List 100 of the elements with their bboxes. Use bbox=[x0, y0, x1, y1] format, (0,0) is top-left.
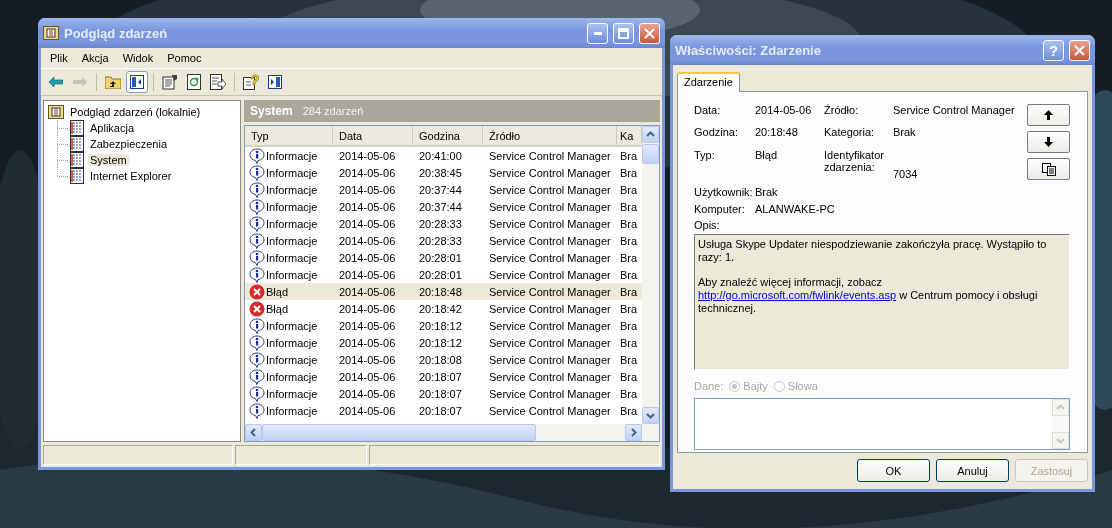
scroll-left-button[interactable] bbox=[245, 424, 262, 441]
log-book-icon bbox=[70, 120, 84, 136]
column-header[interactable]: Godzina bbox=[413, 126, 483, 145]
table-row[interactable]: Informacje 2014-05-06 20:28:33 Service Control Manager Bra bbox=[245, 215, 642, 232]
table-cell-text: Service Control Manager bbox=[488, 166, 612, 179]
vertical-scrollbar[interactable] bbox=[642, 126, 659, 424]
table-cell-text: Service Control Manager bbox=[488, 302, 612, 315]
tree-item[interactable]: Zabezpieczenia bbox=[88, 138, 170, 150]
menu-item[interactable]: Widok bbox=[115, 52, 161, 64]
table-cell-text: Service Control Manager bbox=[488, 353, 612, 366]
table-row[interactable]: Błąd 2014-05-06 20:18:42 Service Control Manager Bra bbox=[245, 300, 642, 317]
column-header[interactable]: Data bbox=[333, 126, 413, 145]
table-row[interactable]: Informacje 2014-05-06 20:18:12 Service Control Manager Bra bbox=[245, 334, 642, 351]
table-row[interactable]: Informacje 2014-05-06 20:18:07 Service Control Manager Bra bbox=[245, 385, 642, 402]
table-cell: Informacje bbox=[266, 387, 318, 400]
field-value: Service Control Manager bbox=[893, 104, 1016, 118]
field-value: ALANWAKE-PC bbox=[755, 203, 836, 215]
tree-item[interactable]: Internet Explorer bbox=[88, 170, 174, 182]
column-header[interactable]: Źródło bbox=[483, 126, 617, 145]
scroll-down-button[interactable] bbox=[642, 407, 659, 424]
table-cell-text: Service Control Manager bbox=[488, 217, 612, 230]
minimize-button[interactable] bbox=[587, 22, 608, 44]
table-cell-text: Bra bbox=[619, 353, 639, 366]
scroll-up-button[interactable] bbox=[642, 126, 659, 143]
table-cell-text: 2014-05-06 bbox=[338, 353, 397, 366]
info-icon bbox=[249, 402, 265, 419]
menu-item[interactable]: Akcja bbox=[74, 52, 116, 64]
info-icon bbox=[249, 351, 265, 368]
tree-item[interactable]: Aplikacja bbox=[88, 122, 137, 134]
table-row[interactable]: Informacje 2014-05-06 20:18:08 Service Control Manager Bra bbox=[245, 351, 642, 368]
toolbar-button[interactable] bbox=[126, 71, 148, 93]
table-cell-text: 2014-05-06 bbox=[338, 183, 397, 196]
table-cell-text: 20:37:44 bbox=[418, 200, 463, 213]
tree-item[interactable]: Podgląd zdarzeń (lokalnie) bbox=[68, 106, 203, 118]
table-cell-text: Service Control Manager bbox=[488, 285, 612, 298]
close-button[interactable] bbox=[639, 22, 660, 44]
table-cell-text: Bra bbox=[619, 217, 639, 230]
dialog-button[interactable]: OK bbox=[857, 459, 930, 482]
table-cell-text: Service Control Manager bbox=[488, 268, 612, 281]
toolbar-button[interactable] bbox=[240, 71, 262, 93]
tab[interactable]: Zdarzenie bbox=[677, 72, 740, 92]
log-book-icon bbox=[70, 152, 84, 168]
chevron-left-icon bbox=[249, 428, 258, 437]
table-cell-text: Bra bbox=[619, 285, 639, 298]
table-row[interactable]: Informacje 2014-05-06 20:28:33 Service Control Manager Bra bbox=[245, 232, 642, 249]
table-row[interactable]: Informacje 2014-05-06 20:28:01 Service Control Manager Bra bbox=[245, 266, 642, 283]
tree-item[interactable]: System bbox=[88, 154, 129, 166]
chevron-right-icon bbox=[629, 428, 638, 437]
maximize-button[interactable] bbox=[613, 22, 634, 44]
table-cell-text: Service Control Manager bbox=[488, 183, 612, 196]
table-cell-text: 20:18:48 bbox=[418, 285, 463, 298]
table-cell-text: Bra bbox=[619, 183, 639, 196]
info-icon bbox=[249, 334, 265, 351]
menu-item[interactable]: Pomoc bbox=[160, 52, 209, 64]
field-label: Typ: bbox=[694, 148, 716, 163]
table-cell: Informacje bbox=[266, 370, 318, 383]
table-cell: Informacje bbox=[266, 251, 318, 264]
table-cell-text: 2014-05-06 bbox=[338, 251, 397, 264]
event-viewer-icon bbox=[43, 25, 59, 41]
menu-item[interactable]: Plik bbox=[43, 52, 75, 64]
info-icon bbox=[249, 249, 265, 266]
nav-button[interactable] bbox=[1027, 158, 1070, 180]
table-cell-text: Bra bbox=[619, 336, 639, 349]
table-cell: Błąd bbox=[266, 285, 289, 298]
description-text: Usługa Skype Updater niespodziewanie zakończyła pracę. Wystąpiło to razy: 1. bbox=[698, 238, 1048, 264]
table-cell: Błąd bbox=[266, 302, 289, 315]
scrollbar-thumb[interactable] bbox=[262, 424, 536, 441]
help-link[interactable]: http://go.microsoft.com/fwlink/events.asp bbox=[698, 289, 897, 301]
table-row[interactable]: Informacje 2014-05-06 20:28:01 Service Control Manager Bra bbox=[245, 249, 642, 266]
toolbar-button[interactable] bbox=[207, 71, 229, 93]
chevron-down-icon bbox=[646, 411, 655, 420]
table-row[interactable]: Informacje 2014-05-06 20:41:00 Service Control Manager Bra bbox=[245, 147, 642, 164]
table-row[interactable]: Informacje 2014-05-06 20:18:07 Service Control Manager Bra bbox=[245, 368, 642, 385]
table-cell-text: Service Control Manager bbox=[488, 149, 612, 162]
column-header[interactable]: Typ bbox=[245, 126, 333, 145]
table-cell-text: 2014-05-06 bbox=[338, 149, 397, 162]
log-book-icon bbox=[70, 136, 84, 152]
table-row[interactable]: Informacje 2014-05-06 20:37:44 Service Control Manager Bra bbox=[245, 198, 642, 215]
close-button[interactable] bbox=[1069, 39, 1090, 61]
export-icon bbox=[210, 74, 226, 90]
nav-button[interactable] bbox=[1027, 104, 1070, 126]
nav-button[interactable] bbox=[1027, 131, 1070, 153]
table-cell-text: 20:18:12 bbox=[418, 319, 463, 332]
table-row[interactable]: Informacje 2014-05-06 20:37:44 Service Control Manager Bra bbox=[245, 181, 642, 198]
table-row[interactable]: Informacje 2014-05-06 20:38:45 Service Control Manager Bra bbox=[245, 164, 642, 181]
table-cell-text: Service Control Manager bbox=[488, 370, 612, 383]
table-cell: Informacje bbox=[266, 234, 318, 247]
info-icon bbox=[249, 317, 265, 334]
table-row[interactable]: Błąd 2014-05-06 20:18:48 Service Control Manager Bra bbox=[245, 283, 642, 300]
scrollbar-thumb[interactable] bbox=[642, 144, 659, 164]
field-value: 20:18:48 bbox=[755, 126, 799, 141]
table-cell: Informacje bbox=[266, 353, 318, 366]
dialog-button[interactable]: Anuluj bbox=[936, 459, 1009, 482]
table-row[interactable]: Informacje 2014-05-06 20:18:07 Service Control Manager Bra bbox=[245, 402, 642, 419]
table-row[interactable]: Informacje 2014-05-06 20:18:12 Service Control Manager Bra bbox=[245, 317, 642, 334]
field-label: Identyfikator zdarzenia: bbox=[824, 148, 885, 175]
scroll-right-button[interactable] bbox=[625, 424, 642, 441]
horizontal-scrollbar[interactable] bbox=[245, 424, 659, 441]
field-label: Kategoria: bbox=[824, 126, 876, 141]
field-label: Data: bbox=[694, 104, 722, 118]
